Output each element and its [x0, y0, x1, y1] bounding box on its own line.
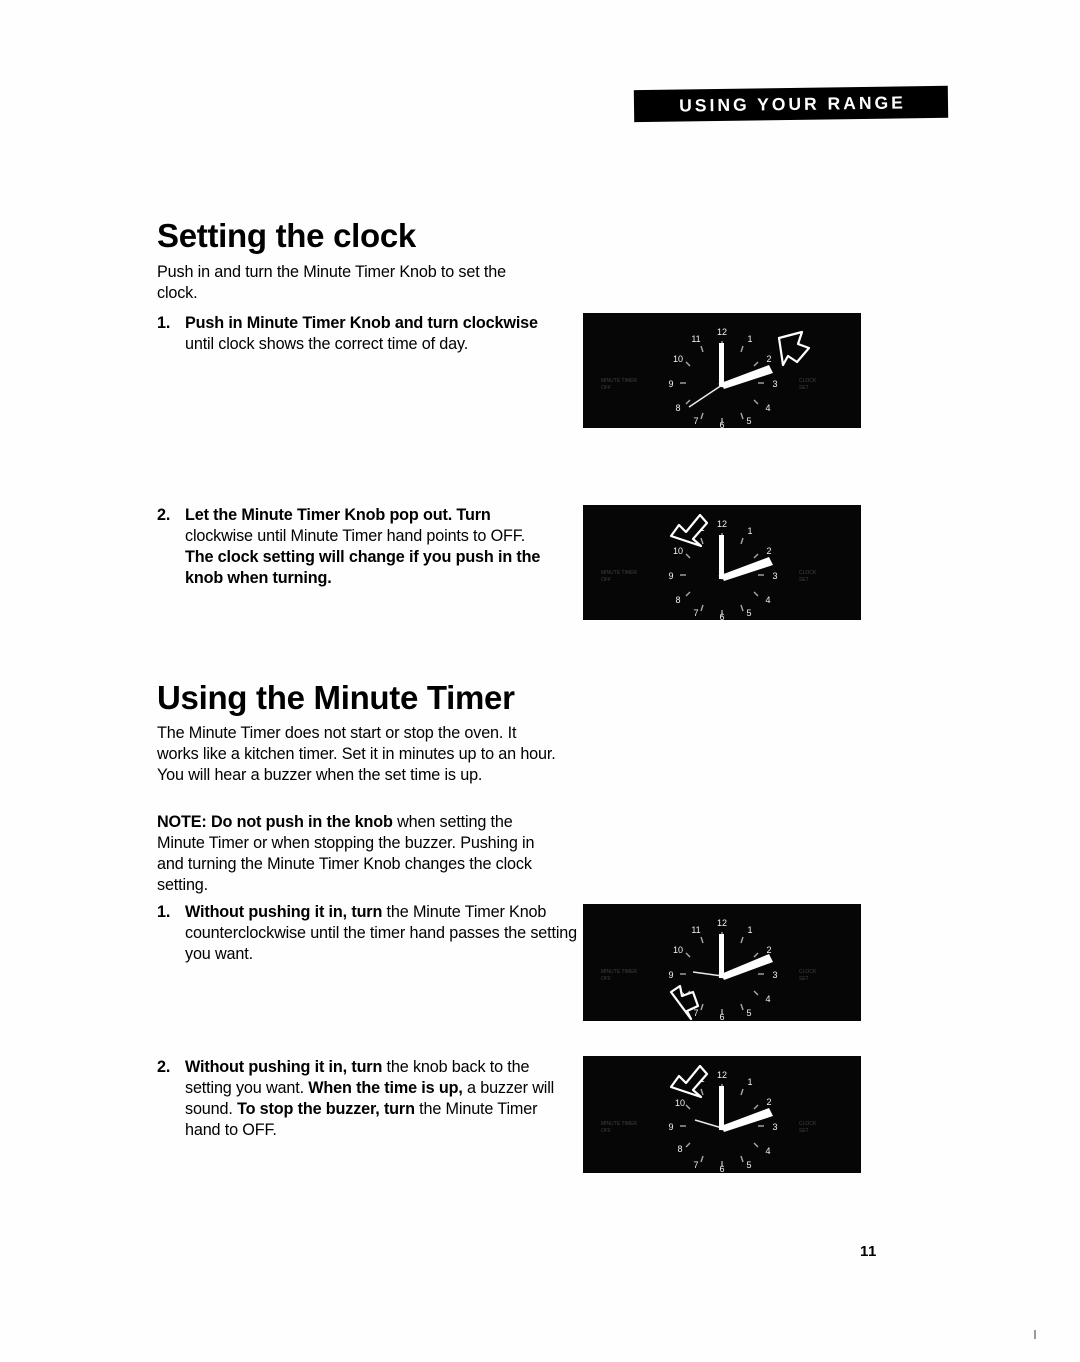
svg-text:8: 8 [675, 403, 680, 413]
timer-step-2-illustration: 12 1 2 3 4 5 6 7 8 9 10 11 [583, 1056, 861, 1173]
svg-text:9: 9 [668, 1122, 673, 1132]
svg-text:12: 12 [717, 1070, 727, 1080]
rotation-arrow-icon [777, 330, 811, 367]
clock-face-diagram: 12 1 2 3 4 5 6 7 8 9 10 11 [601, 513, 817, 620]
scan-artifact [1034, 1330, 1036, 1339]
svg-text:SET: SET [799, 577, 809, 583]
svg-text:OFF: OFF [601, 385, 611, 391]
svg-text:9: 9 [668, 970, 673, 980]
svg-text:3: 3 [772, 970, 777, 980]
setting-clock-heading: Setting the clock [157, 217, 416, 254]
svg-text:4: 4 [765, 1146, 770, 1156]
svg-text:SET: SET [799, 976, 809, 982]
svg-text:CLOCK: CLOCK [799, 1121, 817, 1127]
svg-text:7: 7 [693, 1160, 698, 1170]
svg-text:2: 2 [766, 945, 771, 955]
step-text: Push in Minute Timer Knob and turn clock… [185, 314, 538, 354]
svg-text:7: 7 [693, 608, 698, 618]
svg-text:SET: SET [799, 1128, 809, 1134]
step-number: 1. [157, 314, 171, 332]
svg-text:10: 10 [673, 546, 683, 556]
svg-text:OFF: OFF [601, 577, 611, 583]
clock-step-2-illustration: 12 1 2 3 4 5 6 7 8 9 10 11 [583, 505, 861, 620]
svg-text:OFF: OFF [601, 1128, 611, 1134]
svg-text:5: 5 [746, 1008, 751, 1018]
minute-timer-step-2: 2. Without pushing it in, turn the knob … [157, 1057, 560, 1141]
svg-text:8: 8 [677, 1144, 682, 1154]
clock-step-1-illustration: 12 1 2 3 4 5 6 7 8 9 10 11 [583, 313, 861, 428]
clock-face-diagram: 12 1 2 3 4 5 6 7 8 9 10 11 [601, 918, 817, 1021]
svg-text:8: 8 [675, 595, 680, 605]
svg-text:3: 3 [772, 379, 777, 389]
svg-text:10: 10 [673, 945, 683, 955]
svg-text:5: 5 [746, 416, 751, 426]
control-panel-labels: MINUTE TIMER OFF CLOCK SET [601, 378, 817, 391]
svg-text:MINUTE TIMER: MINUTE TIMER [601, 570, 637, 576]
svg-text:4: 4 [765, 595, 770, 605]
control-panel-labels: MINUTE TIMER OFF CLOCK SET [601, 1121, 817, 1134]
step-number: 1. [157, 903, 171, 921]
manual-page: USING YOUR RANGE Setting the clock Push … [0, 0, 1080, 1362]
step-text: Without pushing it in, turn the knob bac… [185, 1058, 555, 1140]
svg-text:7: 7 [693, 1008, 698, 1018]
svg-text:11: 11 [691, 334, 700, 344]
svg-text:MINUTE TIMER: MINUTE TIMER [601, 1121, 637, 1127]
page-number: 11 [860, 1243, 877, 1260]
step-number: 2. [157, 506, 171, 524]
svg-text:4: 4 [765, 994, 770, 1004]
svg-text:1: 1 [747, 925, 752, 935]
svg-text:12: 12 [717, 918, 727, 928]
svg-text:4: 4 [765, 403, 770, 413]
svg-text:OFF: OFF [601, 976, 611, 982]
svg-text:9: 9 [668, 571, 673, 581]
clock-face-diagram: 12 1 2 3 4 5 6 7 8 9 10 11 [601, 327, 817, 428]
svg-text:3: 3 [772, 1122, 777, 1132]
svg-text:MINUTE TIMER: MINUTE TIMER [601, 969, 637, 975]
svg-text:10: 10 [673, 354, 683, 364]
svg-text:7: 7 [693, 416, 698, 426]
svg-text:11: 11 [691, 925, 700, 935]
svg-text:9: 9 [668, 379, 673, 389]
setting-clock-step-1: 1. Push in Minute Timer Knob and turn cl… [157, 313, 557, 355]
minute-timer-step-1: 1. Without pushing it in, turn the Minut… [157, 902, 585, 965]
control-panel-labels: MINUTE TIMER OFF CLOCK SET [601, 570, 817, 583]
step-text: Let the Minute Timer Knob pop out. Turn … [185, 506, 541, 588]
svg-text:2: 2 [766, 1097, 771, 1107]
svg-text:1: 1 [747, 1077, 752, 1087]
svg-text:12: 12 [717, 519, 727, 529]
section-header-label: USING YOUR RANGE [679, 91, 906, 116]
clock-face: 12 1 2 3 4 5 6 7 8 9 10 11 [668, 327, 777, 428]
svg-text:5: 5 [746, 608, 751, 618]
svg-text:1: 1 [747, 526, 752, 536]
svg-text:CLOCK: CLOCK [799, 969, 817, 975]
svg-text:1: 1 [747, 334, 752, 344]
svg-text:10: 10 [675, 1098, 685, 1108]
step-text: Without pushing it in, turn the Minute T… [185, 903, 578, 964]
step-number: 2. [157, 1058, 171, 1076]
svg-text:3: 3 [772, 571, 777, 581]
minute-timer-intro-text: The Minute Timer does not start or stop … [157, 724, 556, 785]
svg-text:2: 2 [766, 354, 771, 364]
svg-text:2: 2 [766, 546, 771, 556]
svg-text:SET: SET [799, 385, 809, 391]
timer-step-1-illustration: 12 1 2 3 4 5 6 7 8 9 10 11 [583, 904, 861, 1021]
svg-text:MINUTE TIMER: MINUTE TIMER [601, 378, 637, 384]
minute-timer-heading: Using the Minute Timer [157, 679, 515, 716]
svg-text:CLOCK: CLOCK [799, 378, 817, 384]
setting-clock-intro-text: Push in and turn the Minute Timer Knob t… [157, 263, 506, 303]
svg-text:12: 12 [717, 327, 727, 337]
control-panel-labels: MINUTE TIMER OFF CLOCK SET [601, 969, 817, 982]
minute-timer-note: NOTE: Do not push in the knob when setti… [157, 813, 535, 895]
setting-clock-step-2: 2. Let the Minute Timer Knob pop out. Tu… [157, 505, 557, 589]
svg-text:5: 5 [746, 1160, 751, 1170]
section-header-banner: USING YOUR RANGE [633, 85, 949, 123]
clock-face-diagram: 12 1 2 3 4 5 6 7 8 9 10 11 [601, 1064, 817, 1173]
svg-text:CLOCK: CLOCK [799, 570, 817, 576]
